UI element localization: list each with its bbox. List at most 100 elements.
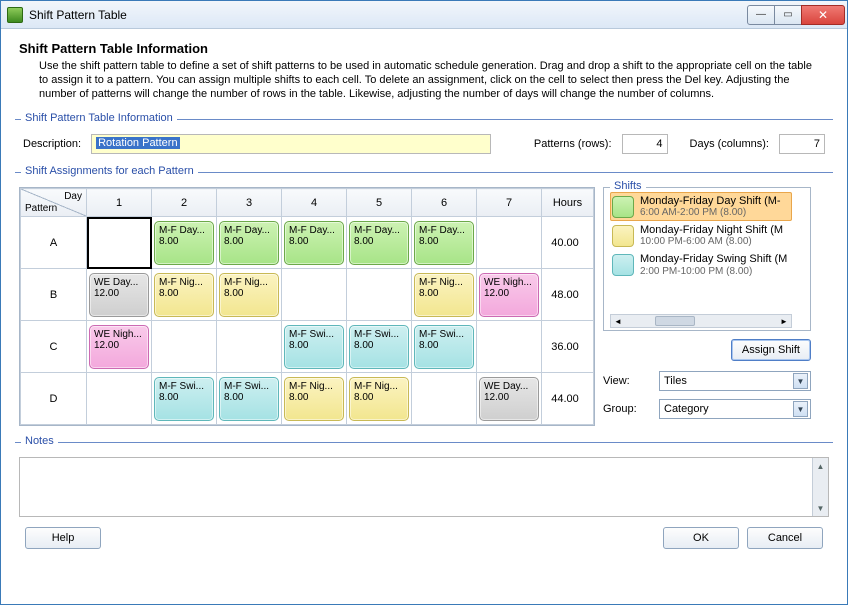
shift-chip[interactable]: M-F Swi...8.00 xyxy=(284,325,344,369)
group-combo[interactable]: Category ▼ xyxy=(659,399,811,419)
shifts-list[interactable]: Monday-Friday Day Shift (M-6:00 AM-2:00 … xyxy=(610,192,808,328)
cancel-button[interactable]: Cancel xyxy=(747,527,823,549)
page-heading: Shift Pattern Table Information xyxy=(19,41,833,56)
shift-cell[interactable] xyxy=(152,321,217,373)
shifts-box: Shifts Monday-Friday Day Shift (M-6:00 A… xyxy=(603,187,811,331)
help-button[interactable]: Help xyxy=(25,527,101,549)
shift-chip[interactable]: M-F Day...8.00 xyxy=(154,221,214,265)
group-assignments: Shift Assignments for each Pattern DayPa… xyxy=(15,172,833,428)
description-label: Description: xyxy=(23,138,81,150)
shift-chip[interactable]: M-F Swi...8.00 xyxy=(349,325,409,369)
shift-cell[interactable] xyxy=(87,373,152,425)
scroll-down-icon[interactable]: ▼ xyxy=(813,500,828,516)
shift-cell[interactable] xyxy=(282,269,347,321)
shift-cell[interactable]: M-F Nig...8.00 xyxy=(152,269,217,321)
shift-cell[interactable] xyxy=(217,321,282,373)
dialog-body: Shift Pattern Table Information Use the … xyxy=(1,29,847,604)
shift-chip[interactable]: M-F Day...8.00 xyxy=(349,221,409,265)
shift-cell[interactable]: M-F Nig...8.00 xyxy=(347,373,412,425)
chevron-down-icon: ▼ xyxy=(793,373,808,389)
shift-cell[interactable]: WE Nigh...12.00 xyxy=(477,269,542,321)
day-header: 6 xyxy=(412,189,477,217)
description-selected-text: Rotation Pattern xyxy=(96,137,180,149)
shift-cell[interactable] xyxy=(87,217,152,269)
dialog-window: Shift Pattern Table — ▭ ✕ Shift Pattern … xyxy=(0,0,848,605)
shift-cell[interactable]: M-F Swi...8.00 xyxy=(347,321,412,373)
shift-chip[interactable]: M-F Day...8.00 xyxy=(284,221,344,265)
shift-cell[interactable] xyxy=(477,217,542,269)
shift-chip[interactable]: M-F Nig...8.00 xyxy=(284,377,344,421)
shift-chip[interactable]: WE Nigh...12.00 xyxy=(479,273,539,317)
view-combo[interactable]: Tiles ▼ xyxy=(659,371,811,391)
shift-chip[interactable]: M-F Nig...8.00 xyxy=(414,273,474,317)
shift-cell[interactable]: WE Nigh...12.00 xyxy=(87,321,152,373)
pattern-row-label: B xyxy=(21,269,87,321)
minimize-button[interactable]: — xyxy=(747,5,775,25)
close-button[interactable]: ✕ xyxy=(801,5,845,25)
shift-chip[interactable]: M-F Nig...8.00 xyxy=(349,377,409,421)
shift-list-item[interactable]: Monday-Friday Night Shift (M10:00 PM-6:0… xyxy=(610,221,792,250)
scroll-right-icon[interactable]: ► xyxy=(777,317,791,326)
scroll-down-icon[interactable]: ▼ xyxy=(793,299,805,313)
scroll-up-icon[interactable]: ▲ xyxy=(793,193,805,207)
pattern-row-label: C xyxy=(21,321,87,373)
notes-scrollbar[interactable]: ▲ ▼ xyxy=(812,458,828,516)
day-header: 3 xyxy=(217,189,282,217)
shifts-vertical-scrollbar[interactable]: ▲ ▼ xyxy=(792,192,806,314)
patterns-input[interactable] xyxy=(622,134,668,154)
shift-chip[interactable]: M-F Swi...8.00 xyxy=(154,377,214,421)
shift-chip[interactable]: M-F Swi...8.00 xyxy=(219,377,279,421)
notes-textarea[interactable]: ▲ ▼ xyxy=(19,457,829,517)
shift-list-item[interactable]: Monday-Friday Day Shift (M-6:00 AM-2:00 … xyxy=(610,192,792,221)
shift-item-text: Monday-Friday Day Shift (M-6:00 AM-2:00 … xyxy=(640,195,781,218)
group-notes-legend: Notes xyxy=(21,435,58,447)
app-icon xyxy=(7,7,23,23)
group-combo-value: Category xyxy=(664,403,709,415)
shift-chip[interactable]: WE Nigh...12.00 xyxy=(89,325,149,369)
scroll-thumb[interactable] xyxy=(655,316,695,326)
shift-cell[interactable] xyxy=(347,269,412,321)
shift-chip[interactable]: M-F Nig...8.00 xyxy=(154,273,214,317)
shift-cell[interactable]: M-F Swi...8.00 xyxy=(412,321,477,373)
pattern-grid[interactable]: DayPattern1234567Hours AM-F Day...8.00M-… xyxy=(19,187,595,426)
shift-cell[interactable]: WE Day...12.00 xyxy=(477,373,542,425)
day-header: 2 xyxy=(152,189,217,217)
shift-cell[interactable] xyxy=(477,321,542,373)
shift-chip[interactable]: M-F Day...8.00 xyxy=(414,221,474,265)
shift-cell[interactable]: M-F Nig...8.00 xyxy=(412,269,477,321)
group-label: Group: xyxy=(603,403,651,415)
patterns-label: Patterns (rows): xyxy=(534,138,612,150)
shift-cell[interactable]: M-F Nig...8.00 xyxy=(282,373,347,425)
shift-chip[interactable]: M-F Swi...8.00 xyxy=(414,325,474,369)
shift-chip[interactable]: M-F Nig...8.00 xyxy=(219,273,279,317)
assign-shift-button[interactable]: Assign Shift xyxy=(731,339,811,361)
hours-cell: 44.00 xyxy=(542,373,594,425)
shift-swatch xyxy=(612,225,634,247)
shift-chip[interactable]: WE Day...12.00 xyxy=(479,377,539,421)
maximize-button[interactable]: ▭ xyxy=(774,5,802,25)
shift-cell[interactable]: WE Day...12.00 xyxy=(87,269,152,321)
ok-button[interactable]: OK xyxy=(663,527,739,549)
shift-list-item[interactable]: Monday-Friday Swing Shift (M2:00 PM-10:0… xyxy=(610,250,792,279)
days-input[interactable] xyxy=(779,134,825,154)
shift-cell[interactable]: M-F Day...8.00 xyxy=(152,217,217,269)
hours-cell: 40.00 xyxy=(542,217,594,269)
shift-cell[interactable] xyxy=(412,373,477,425)
shift-cell[interactable]: M-F Day...8.00 xyxy=(347,217,412,269)
shift-item-text: Monday-Friday Night Shift (M10:00 PM-6:0… xyxy=(640,224,783,247)
shifts-legend: Shifts xyxy=(610,180,646,192)
shift-cell[interactable]: M-F Swi...8.00 xyxy=(152,373,217,425)
shift-cell[interactable]: M-F Day...8.00 xyxy=(412,217,477,269)
shift-cell[interactable]: M-F Day...8.00 xyxy=(282,217,347,269)
scroll-left-icon[interactable]: ◄ xyxy=(611,317,625,326)
description-input[interactable]: Rotation Pattern xyxy=(91,134,491,154)
grid-corner: DayPattern xyxy=(21,189,87,217)
shift-chip[interactable]: WE Day...12.00 xyxy=(89,273,149,317)
shifts-horizontal-scrollbar[interactable]: ◄ ► xyxy=(610,314,792,328)
shift-cell[interactable]: M-F Nig...8.00 xyxy=(217,269,282,321)
scroll-up-icon[interactable]: ▲ xyxy=(813,458,828,474)
shift-cell[interactable]: M-F Day...8.00 xyxy=(217,217,282,269)
shift-cell[interactable]: M-F Swi...8.00 xyxy=(282,321,347,373)
shift-chip[interactable]: M-F Day...8.00 xyxy=(219,221,279,265)
shift-cell[interactable]: M-F Swi...8.00 xyxy=(217,373,282,425)
